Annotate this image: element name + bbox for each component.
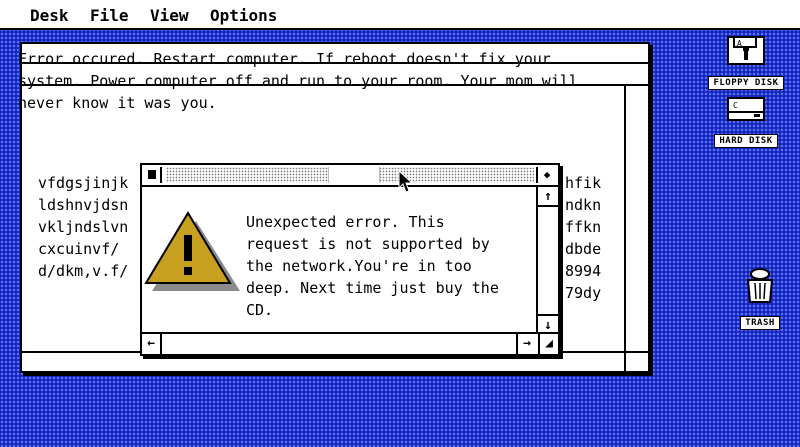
error-text-line: never know it was you. — [18, 94, 217, 112]
svg-text:A: A — [737, 39, 742, 48]
error-dialog: ◆ Unexpected error. This request is not s… — [140, 163, 560, 356]
warning-triangle-icon — [144, 209, 240, 297]
desktop-icon-trash[interactable]: TRASH — [714, 266, 800, 330]
dialog-top-bar[interactable]: ◆ — [142, 165, 558, 187]
garbled-line: ffkn — [565, 218, 602, 236]
dialog-message: Unexpected error. This request is not sup… — [246, 211, 526, 321]
menu-options[interactable]: Options — [210, 6, 277, 25]
menu-view[interactable]: View — [150, 6, 189, 25]
desktop-icon-label: TRASH — [740, 316, 780, 330]
dialog-message-line: Unexpected error. This — [246, 213, 445, 231]
garbled-left-column: vfdgsjinjk ldshnvjdsn vkljndslvn cxcuinvf/d… — [38, 172, 128, 282]
error-text: Error occured. Restart computer. If rebo… — [18, 48, 608, 114]
dialog-message-line: CD. — [246, 301, 274, 319]
svg-text:C: C — [733, 101, 738, 110]
dialog-message-line: the network.You're in too — [246, 257, 472, 275]
error-text-line: Error occured. Restart computer. If rebo… — [18, 50, 551, 68]
dialog-title-scroll-thumb[interactable] — [328, 167, 380, 183]
garbled-line: ndkn — [565, 196, 602, 214]
floppy-disk-icon: A — [700, 36, 792, 70]
dialog-message-line: request is not supported by — [246, 235, 490, 253]
menu-desk[interactable]: Desk — [30, 6, 69, 25]
garbled-line: hfik — [565, 174, 602, 192]
garbled-line: vfdgsjinjk — [38, 174, 129, 192]
garbled-right-column: hfik ndkn ffkn dbde 8994 79dy — [565, 172, 601, 304]
dialog-message-line: deep. Next time just buy the — [246, 279, 499, 297]
menu-file[interactable]: File — [90, 6, 129, 25]
close-box-icon[interactable] — [144, 167, 162, 183]
scroll-down-arrow-icon[interactable]: ↓ — [538, 314, 558, 334]
scroll-left-arrow-icon[interactable]: ← — [142, 334, 162, 354]
dialog-horizontal-scrollbar[interactable]: ← → ◢ — [142, 332, 558, 354]
full-box-icon[interactable]: ◆ — [536, 167, 556, 183]
garbled-line: ldshnvjdsn — [38, 196, 129, 214]
garbled-line: cxcuinvf/ — [38, 240, 120, 258]
garbled-line: 79dy — [565, 284, 602, 302]
desktop-icon-label: HARD DISK — [714, 134, 778, 148]
main-window-vertical-scrollbar[interactable] — [624, 86, 648, 373]
garbled-line: 8994 — [565, 262, 602, 280]
dialog-vertical-scrollbar[interactable]: ↑ ↓ — [536, 187, 558, 334]
desktop-icon-label: FLOPPY DISK — [708, 76, 784, 90]
scroll-up-arrow-icon[interactable]: ↑ — [538, 187, 558, 207]
resize-box-icon[interactable]: ◢ — [538, 334, 558, 354]
garbled-line: dbde — [565, 240, 602, 258]
garbled-line: d/dkm,v.f/ — [38, 262, 129, 280]
menu-bar: Desk File View Options — [0, 0, 800, 30]
trash-can-icon — [714, 266, 800, 310]
error-text-line: system. Power computer off and run to yo… — [18, 72, 578, 90]
mouse-pointer-icon — [398, 169, 414, 198]
hard-disk-icon: C — [700, 96, 792, 128]
desktop-icon-floppy[interactable]: A FLOPPY DISK — [700, 36, 792, 90]
desktop-icon-hard-disk[interactable]: C HARD DISK — [700, 96, 792, 148]
scroll-right-arrow-icon[interactable]: → — [516, 334, 536, 354]
garbled-line: vkljndslvn — [38, 218, 129, 236]
